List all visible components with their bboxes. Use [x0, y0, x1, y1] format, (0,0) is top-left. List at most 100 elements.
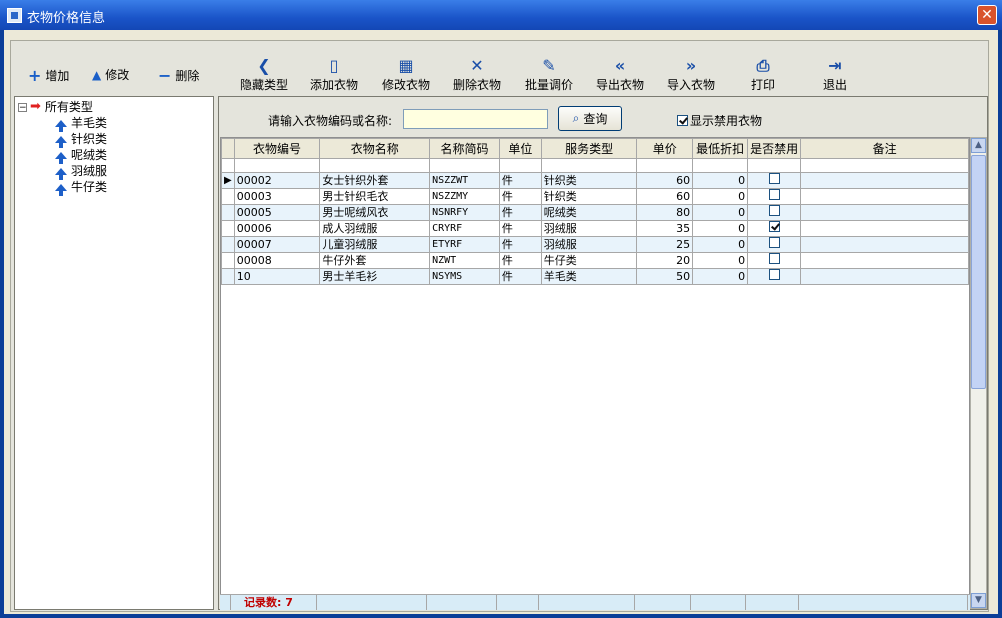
tree-node[interactable]: 羽绒服 [55, 164, 107, 180]
cell-code[interactable]: 00006 [233, 220, 321, 237]
cell-unit[interactable]: 件 [498, 268, 542, 285]
disabled-checkbox-cell[interactable] [747, 236, 802, 253]
cell-code[interactable]: 10 [233, 268, 321, 285]
cell-type[interactable]: 羊毛类 [540, 268, 638, 285]
cell-abbr[interactable]: NSYMS [429, 268, 500, 285]
cell-note[interactable] [800, 252, 969, 269]
cell-code[interactable]: 00002 [233, 172, 321, 189]
toolbar-button-3[interactable]: ✕ 删除衣物 [445, 56, 509, 93]
row-indicator[interactable] [221, 252, 235, 269]
cell-type[interactable]: 牛仔类 [540, 252, 638, 269]
cell-code[interactable]: 00008 [233, 252, 321, 269]
row-indicator[interactable]: ▶ [221, 172, 235, 189]
tree-root[interactable]: − ➡ 所有类型 [18, 100, 93, 114]
column-header[interactable]: 名称简码 [429, 138, 500, 159]
cell-abbr[interactable]: NSZZWT [429, 172, 500, 189]
tree-node[interactable]: 羊毛类 [55, 116, 107, 132]
checkbox-icon[interactable] [768, 253, 780, 264]
cell-name[interactable]: 成人羽绒服 [319, 220, 431, 237]
disabled-checkbox-cell[interactable] [747, 252, 802, 269]
disabled-checkbox-cell[interactable] [747, 268, 802, 285]
table-row[interactable]: 00007 儿童羽绒服 ETYRF 件羽绒服 25 0 [221, 236, 969, 253]
cell-name[interactable]: 女士针织外套 [319, 172, 431, 189]
edit-type-button[interactable]: ▲ 修改 [92, 66, 129, 83]
row-indicator[interactable] [221, 220, 235, 237]
cell-name[interactable]: 男士羊毛衫 [319, 268, 431, 285]
cell-price[interactable]: 60 [636, 172, 694, 189]
clothes-grid[interactable]: 衣物编号 衣物名称 名称简码 单位 服务类型 单价 最低折扣 是否禁用 备注 ▶ 00002 女士针… [220, 137, 970, 609]
cell-unit[interactable]: 件 [498, 220, 542, 237]
toolbar-button-6[interactable]: » 导入衣物 [659, 56, 723, 93]
disabled-checkbox-cell[interactable] [747, 220, 802, 237]
checkbox-icon[interactable] [768, 173, 780, 184]
cell-price[interactable]: 25 [636, 236, 694, 253]
checkbox-icon[interactable] [768, 237, 780, 248]
collapse-icon[interactable]: − [18, 102, 27, 112]
cell-type[interactable]: 呢绒类 [540, 204, 638, 221]
vertical-scrollbar[interactable]: ▲ ▼ [970, 137, 987, 609]
toolbar-button-7[interactable]: ⎙ 打印 [731, 56, 795, 93]
row-indicator[interactable] [221, 236, 235, 253]
toolbar-button-8[interactable]: ⇥ 退出 [803, 56, 867, 93]
close-button[interactable]: ✕ [977, 5, 997, 25]
tree-node[interactable]: 针织类 [55, 132, 107, 148]
cell-unit[interactable]: 件 [498, 236, 542, 253]
toolbar-button-0[interactable]: ❮ 隐藏类型 [232, 56, 296, 93]
checkbox-icon[interactable] [768, 221, 780, 232]
cell-note[interactable] [800, 204, 969, 221]
disabled-checkbox-cell[interactable] [747, 188, 802, 205]
cell-price[interactable]: 80 [636, 204, 694, 221]
checkbox-icon[interactable] [768, 189, 780, 200]
disabled-checkbox-cell[interactable] [747, 204, 802, 221]
cell-discount[interactable]: 0 [692, 172, 749, 189]
table-row[interactable]: 10 男士羊毛衫 NSYMS 件羊毛类 50 0 [221, 268, 969, 285]
cell-price[interactable]: 35 [636, 220, 694, 237]
scroll-down-button[interactable]: ▼ [971, 593, 986, 608]
column-header[interactable]: 是否禁用 [747, 138, 802, 159]
cell-name[interactable]: 男士针织毛衣 [319, 188, 431, 205]
cell-note[interactable] [800, 268, 969, 285]
cell-code[interactable]: 00007 [233, 236, 321, 253]
table-row[interactable]: ▶ 00002 女士针织外套 NSZZWT 件针织类 60 0 [221, 172, 969, 189]
cell-unit[interactable]: 件 [498, 252, 542, 269]
cell-price[interactable]: 50 [636, 268, 694, 285]
table-row[interactable]: 00005 男士呢绒风衣 NSNRFY 件呢绒类 80 0 [221, 204, 969, 221]
toolbar-button-1[interactable]: ▯ 添加衣物 [302, 56, 366, 93]
scroll-thumb[interactable] [971, 155, 986, 389]
cell-unit[interactable]: 件 [498, 188, 542, 205]
delete-type-button[interactable]: − 删除 [158, 66, 199, 85]
cell-abbr[interactable]: NZWT [429, 252, 500, 269]
add-type-button[interactable]: + 增加 [28, 66, 69, 85]
checkbox-icon[interactable] [768, 269, 780, 280]
table-row[interactable]: 00006 成人羽绒服 CRYRF 件羽绒服 35 0 [221, 220, 969, 237]
cell-abbr[interactable]: NSNRFY [429, 204, 500, 221]
cell-type[interactable]: 针织类 [540, 172, 638, 189]
cell-note[interactable] [800, 236, 969, 253]
category-tree[interactable]: − ➡ 所有类型 羊毛类 针织类 呢绒类 羽绒服 牛仔类 [14, 96, 214, 610]
cell-type[interactable]: 羽绒服 [540, 220, 638, 237]
checkbox-icon[interactable] [677, 115, 688, 126]
cell-unit[interactable]: 件 [498, 204, 542, 221]
filter-row[interactable] [221, 158, 969, 173]
row-indicator[interactable] [221, 188, 235, 205]
tree-node[interactable]: 呢绒类 [55, 148, 107, 164]
cell-discount[interactable]: 0 [692, 252, 749, 269]
table-row[interactable]: 00008 牛仔外套 NZWT 件牛仔类 20 0 [221, 252, 969, 269]
cell-unit[interactable]: 件 [498, 172, 542, 189]
row-indicator[interactable] [221, 268, 235, 285]
column-header[interactable]: 备注 [800, 138, 969, 159]
search-button[interactable]: ⌕ 查询 [558, 106, 622, 131]
cell-name[interactable]: 牛仔外套 [319, 252, 431, 269]
cell-discount[interactable]: 0 [692, 220, 749, 237]
column-header[interactable]: 单位 [498, 138, 542, 159]
cell-type[interactable]: 羽绒服 [540, 236, 638, 253]
toolbar-button-5[interactable]: « 导出衣物 [588, 56, 652, 93]
cell-abbr[interactable]: CRYRF [429, 220, 500, 237]
cell-code[interactable]: 00005 [233, 204, 321, 221]
cell-abbr[interactable]: NSZZMY [429, 188, 500, 205]
cell-discount[interactable]: 0 [692, 204, 749, 221]
cell-note[interactable] [800, 220, 969, 237]
column-header[interactable]: 单价 [636, 138, 694, 159]
cell-abbr[interactable]: ETYRF [429, 236, 500, 253]
column-header[interactable]: 衣物编号 [233, 138, 321, 159]
